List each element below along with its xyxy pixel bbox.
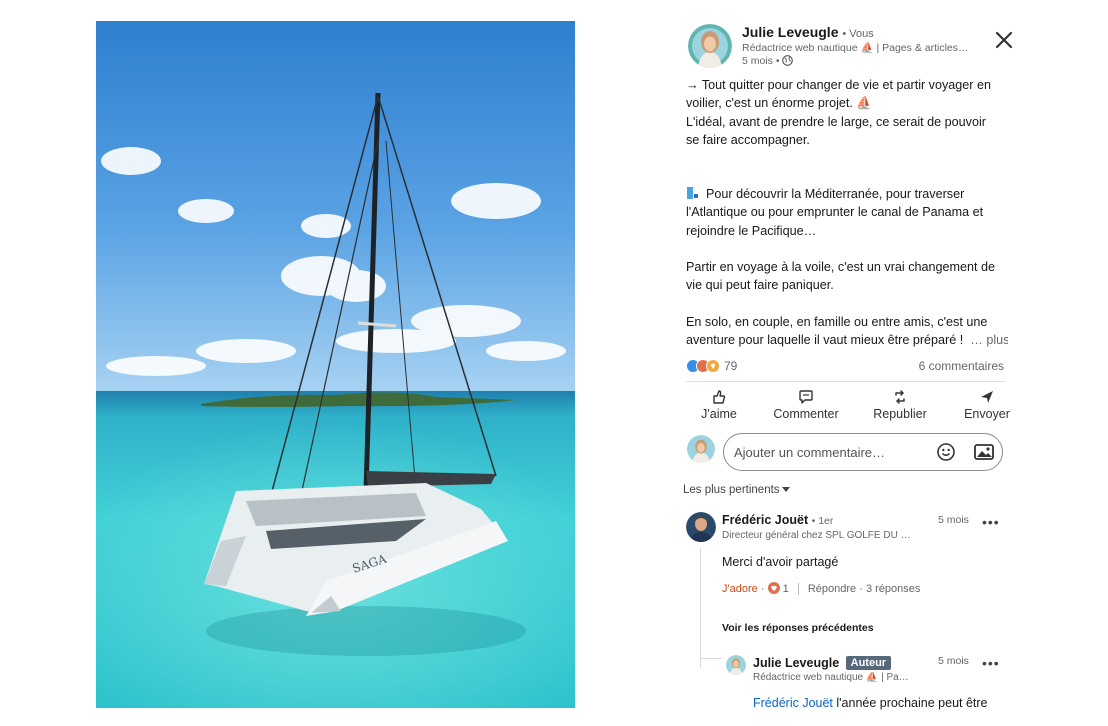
catamaran-photo: SAGA: [96, 21, 575, 708]
comment-actions: J'adore · 1 Répondre · 3 réponses: [722, 582, 920, 598]
post-body-line: → Tout quitter pour changer de vie et pa…: [686, 78, 991, 92]
reaction-separator: ·: [760, 583, 765, 595]
post-panel: Julie Leveugle • Vous Rédactrice web nau…: [676, 14, 1020, 726]
reactions-count[interactable]: 79: [724, 359, 737, 373]
comment-input[interactable]: [723, 433, 1003, 471]
comment-more-button[interactable]: •••: [982, 515, 1000, 529]
reply-button[interactable]: Répondre: [808, 583, 856, 595]
reply-more-button[interactable]: •••: [982, 656, 1000, 670]
comment-text: Merci d'avoir partagé: [722, 555, 839, 569]
thread-line: [700, 548, 701, 668]
author-badge: Auteur: [845, 656, 892, 670]
post-time-label: 5 mois •: [742, 55, 780, 67]
reply-text: Frédéric Jouët l'année prochaine peut êt…: [753, 696, 988, 710]
globe-icon: [782, 55, 794, 66]
like-label: J'aime: [701, 407, 737, 421]
author-you-label: • Vous: [842, 28, 874, 40]
commenter-title: Directeur général chez SPL GOLFE DU …: [722, 530, 911, 541]
post-actions: J'aime Commenter Republier Envoyer: [686, 386, 1020, 426]
sort-dropdown[interactable]: Les plus pertinents: [683, 484, 790, 496]
sort-label: Les plus pertinents: [683, 484, 780, 496]
commenter-name[interactable]: Frédéric Jouët • 1er: [722, 513, 833, 527]
repost-button[interactable]: Republier: [866, 386, 934, 426]
reply-count[interactable]: · 3 réponses: [859, 583, 920, 595]
repost-icon: [895, 390, 905, 404]
map-pin-icon: [687, 187, 698, 200]
close-button[interactable]: [992, 28, 1016, 52]
post-body-line: vie qui peut faire paniquer.: [686, 278, 834, 293]
user-avatar: [687, 435, 715, 463]
author-title: Rédactrice web nautique ⛵ | Pages & arti…: [742, 42, 969, 54]
post-photo: SAGA: [96, 21, 575, 708]
thread-connector: [700, 658, 722, 659]
reply-text-body: l'année prochaine peut être: [836, 696, 988, 710]
post-body-line: L'idéal, avant de prendre le large, ce s…: [686, 114, 986, 129]
reply-author-name[interactable]: Julie Leveugle Auteur: [753, 656, 892, 670]
heart-icon: [767, 582, 780, 594]
post-body: → Tout quitter pour changer de vie et pa…: [686, 76, 1008, 349]
post-body-line: l'Atlantique ou pour emprunter le canal …: [686, 205, 984, 220]
post-body-line: aventure pour laquelle il vaut mieux êtr…: [686, 332, 1008, 347]
send-button[interactable]: Envoyer: [956, 386, 1018, 426]
post-body-line: Partir en voyage à la voile, c'est un vr…: [686, 260, 996, 275]
previous-replies-link[interactable]: Voir les réponses précédentes: [722, 622, 874, 634]
post-time: 5 mois •: [742, 55, 794, 67]
comment-label: Commenter: [773, 407, 839, 421]
comment-time: 5 mois: [938, 514, 969, 526]
author-avatar[interactable]: [688, 24, 732, 68]
comment-reaction-count[interactable]: 1: [783, 583, 789, 595]
divider: [686, 381, 1006, 382]
post-body-line: En solo, en couple, en famille ou entre …: [686, 314, 988, 329]
see-more-link[interactable]: … plus: [970, 333, 1008, 347]
post-body-line: Pour découvrir la Méditerranée, pour tra…: [686, 185, 1008, 203]
send-icon: [981, 391, 993, 403]
comment-button[interactable]: Commenter: [766, 386, 846, 426]
reaction-icons[interactable]: [686, 359, 722, 373]
close-icon: [995, 31, 1013, 49]
image-icon: [974, 444, 994, 460]
add-image-button[interactable]: [973, 442, 995, 462]
post-header: Julie Leveugle • Vous Rédactrice web nau…: [676, 14, 1020, 74]
mention-link[interactable]: Frédéric Jouët: [753, 696, 833, 710]
caret-down-icon: [781, 487, 790, 493]
send-label: Envoyer: [964, 407, 1010, 421]
love-reaction-button[interactable]: J'adore: [722, 583, 758, 595]
reply-author-avatar[interactable]: [726, 655, 746, 675]
like-button[interactable]: J'aime: [694, 386, 744, 426]
comment-composer: [686, 432, 1006, 472]
thumbs-up-icon: [713, 390, 726, 404]
emoji-icon: [937, 443, 955, 461]
post-body-line: se faire accompagner.: [686, 132, 810, 147]
post-body-line: rejoindre le Pacifique…: [686, 223, 817, 238]
connection-degree: • 1er: [811, 515, 834, 527]
reply-author-title: Rédactrice web nautique ⛵ | Pa…: [753, 672, 909, 683]
social-counts: 79 6 commentaires: [686, 358, 1006, 376]
reply-time: 5 mois: [938, 655, 969, 667]
comment-icon: [799, 390, 813, 404]
author-name[interactable]: Julie Leveugle • Vous: [742, 24, 874, 40]
emoji-button[interactable]: [936, 442, 956, 462]
post-body-line: voilier, c'est un énorme projet. ⛵: [686, 96, 873, 111]
repost-label: Republier: [873, 407, 927, 421]
comments-count[interactable]: 6 commentaires: [919, 359, 1004, 373]
commenter-avatar[interactable]: [686, 512, 716, 542]
